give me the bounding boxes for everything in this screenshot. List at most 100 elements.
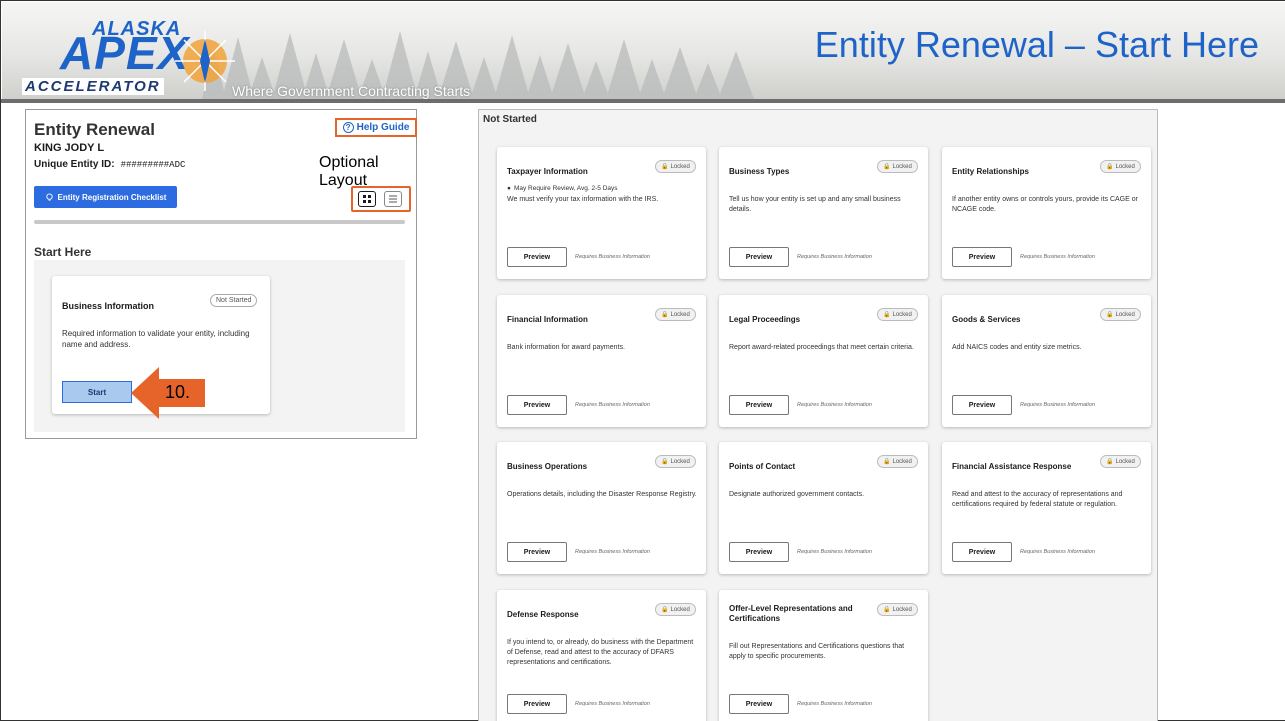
locked-label: Locked: [670, 311, 690, 318]
locked-label: Locked: [670, 163, 690, 170]
card-defense-response: Defense Response 🔒 Locked If you intend t…: [497, 590, 706, 721]
card-description: Operations details, including the Disast…: [507, 491, 697, 498]
lock-icon: 🔒: [661, 312, 669, 318]
locked-badge: 🔒 Locked: [1100, 308, 1141, 321]
header-banner: ALASKA APEX ACCELERATOR Where Government…: [2, 2, 1285, 99]
card-description: Tell us how your entity is set up and an…: [729, 196, 901, 213]
requires-note: Requires Business Information: [575, 402, 650, 408]
lock-icon: 🔒: [883, 164, 891, 170]
card-goods-and-services: Goods & Services 🔒 Locked Add NAICS codes…: [942, 295, 1151, 427]
start-button[interactable]: Start: [62, 381, 132, 403]
preview-button[interactable]: Preview: [729, 395, 789, 415]
layout-toggle: [351, 186, 411, 212]
tagline: Where Government Contracting Starts: [232, 83, 471, 99]
help-icon: ?: [342, 122, 354, 133]
lock-icon: 🔒: [661, 164, 669, 170]
preview-button[interactable]: Preview: [952, 247, 1012, 267]
apex-accelerator-logo: ALASKA APEX ACCELERATOR: [20, 16, 235, 96]
preview-button[interactable]: Preview: [507, 542, 567, 562]
locked-label: Locked: [1115, 163, 1135, 170]
lightbulb-icon: [45, 192, 53, 201]
card-description: If you intend to, or already, do busines…: [507, 639, 694, 666]
locked-label: Locked: [1115, 311, 1135, 318]
card-title: Taxpayer Information: [507, 167, 588, 176]
card-title: Points of Contact: [729, 462, 796, 471]
requires-note: Requires Business Information: [1020, 402, 1095, 408]
card-financial-information: Financial Information 🔒 Locked Bank infor…: [497, 295, 706, 427]
locked-label: Locked: [670, 458, 690, 465]
lock-icon: 🔒: [661, 459, 669, 465]
locked-label: Locked: [892, 458, 912, 465]
card-offer-level-representations: Offer-Level Representations and Certific…: [719, 590, 928, 721]
lock-icon: 🔒: [883, 607, 891, 613]
card-financial-assistance-response: Financial Assistance Response 🔒 Locked Re…: [942, 442, 1151, 574]
grid-view-button[interactable]: [358, 191, 376, 207]
list-icon: [389, 195, 397, 203]
entity-renewal-panel: Entity Renewal ? Help Guide KING JODY L …: [25, 109, 417, 439]
callout-step-number: 10.: [165, 382, 191, 402]
preview-button[interactable]: Preview: [729, 542, 789, 562]
preview-button[interactable]: Preview: [729, 247, 789, 267]
card-title: Business Operations: [507, 462, 588, 471]
banner-divider: [1, 99, 1285, 103]
start-here-heading: Start Here: [34, 245, 92, 259]
entity-registration-checklist-button[interactable]: Entity Registration Checklist: [34, 186, 177, 208]
review-note-text: May Require Review, Avg. 2-5 Days: [513, 185, 618, 192]
locked-label: Locked: [1115, 458, 1135, 465]
requires-note: Requires Business Information: [575, 254, 650, 260]
card-description: We must verify your tax information with…: [507, 196, 659, 203]
locked-badge: 🔒 Locked: [877, 603, 918, 616]
preview-button[interactable]: Preview: [507, 395, 567, 415]
checklist-label: Entity Registration Checklist: [57, 192, 167, 202]
preview-button[interactable]: Preview: [729, 694, 789, 714]
locked-badge: 🔒 Locked: [877, 308, 918, 321]
card-legal-proceedings: Legal Proceedings 🔒 Locked Report award-r…: [719, 295, 928, 427]
lock-icon: 🔒: [883, 459, 891, 465]
grid-icon: [363, 195, 371, 203]
review-note: ● May Require Review, Avg. 2-5 Days: [507, 185, 618, 192]
requires-note: Requires Business Information: [575, 701, 650, 707]
card-entity-relationships: Entity Relationships 🔒 Locked If another …: [942, 147, 1151, 279]
unique-entity-id: Unique Entity ID: #########ADC: [34, 159, 185, 170]
preview-button[interactable]: Preview: [952, 395, 1012, 415]
requires-note: Requires Business Information: [1020, 549, 1095, 555]
lock-icon: 🔒: [1106, 312, 1114, 318]
card-description: Read and attest to the accuracy of repre…: [952, 491, 1123, 508]
slide: ALASKA APEX ACCELERATOR Where Government…: [0, 0, 1285, 721]
card-title: Financial Information: [507, 315, 588, 324]
locked-label: Locked: [892, 606, 912, 613]
locked-badge: 🔒 Locked: [655, 603, 696, 616]
help-guide-link[interactable]: ? Help Guide: [335, 118, 417, 137]
card-title: Financial Assistance Response: [952, 462, 1072, 471]
not-started-heading: Not Started: [483, 114, 537, 125]
logo-accelerator-text: ACCELERATOR: [22, 78, 164, 95]
card-description: Bank information for award payments.: [507, 344, 625, 351]
list-view-button[interactable]: [384, 191, 402, 207]
locked-badge: 🔒 Locked: [655, 160, 696, 173]
preview-button[interactable]: Preview: [952, 542, 1012, 562]
card-taxpayer-information: Taxpayer Information 🔒 Locked ● May Requir…: [497, 147, 706, 279]
locked-label: Locked: [892, 311, 912, 318]
locked-badge: 🔒 Locked: [1100, 455, 1141, 468]
requires-note: Requires Business Information: [797, 701, 872, 707]
card-description: Report award-related proceedings that me…: [729, 344, 914, 351]
slide-title: Entity Renewal – Start Here: [814, 24, 1259, 65]
requires-note: Requires Business Information: [797, 254, 872, 260]
entity-renewal-title: Entity Renewal: [34, 120, 155, 139]
card-business-types: Business Types 🔒 Locked Tell us how your …: [719, 147, 928, 279]
lock-icon: 🔒: [883, 312, 891, 318]
card-points-of-contact: Points of Contact 🔒 Locked Designate auth…: [719, 442, 928, 574]
card-description: Designate authorized government contacts…: [729, 491, 865, 498]
requires-note: Requires Business Information: [797, 549, 872, 555]
lock-icon: 🔒: [1106, 459, 1114, 465]
requires-note: Requires Business Information: [575, 549, 650, 555]
card-description: Fill out Representations and Certificati…: [729, 643, 905, 660]
business-information-title: Business Information: [62, 301, 155, 311]
progress-bar: [34, 220, 405, 224]
preview-button[interactable]: Preview: [507, 694, 567, 714]
lock-icon: 🔒: [661, 607, 669, 613]
lock-icon: 🔒: [1106, 164, 1114, 170]
locked-badge: 🔒 Locked: [655, 455, 696, 468]
card-title: Business Types: [729, 167, 790, 176]
preview-button[interactable]: Preview: [507, 247, 567, 267]
